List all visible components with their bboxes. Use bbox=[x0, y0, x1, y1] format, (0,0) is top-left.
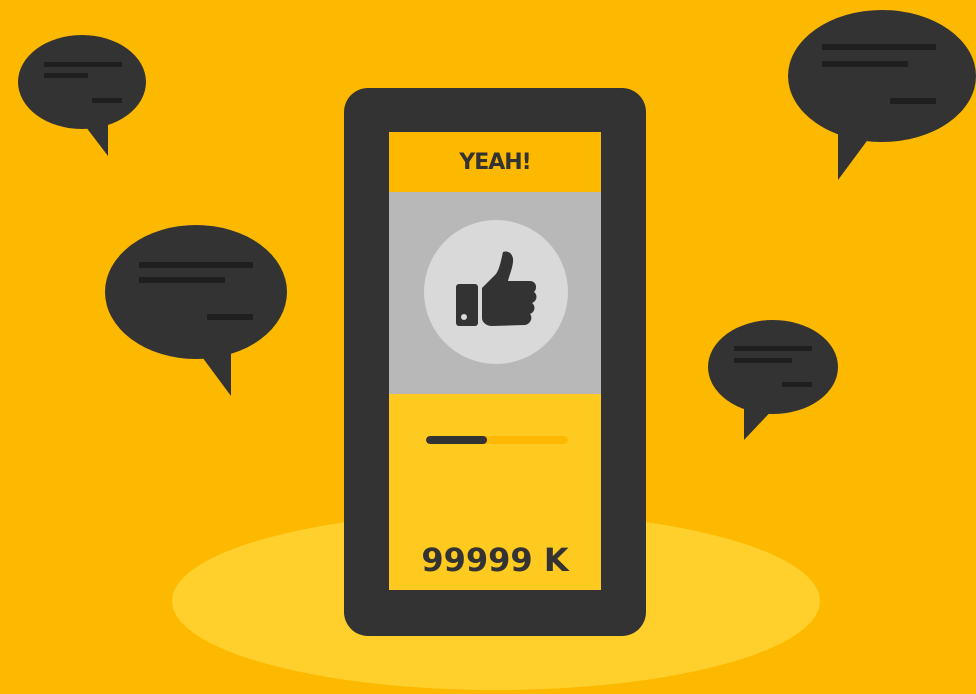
progress-bar-fill bbox=[426, 436, 488, 444]
speech-bubble-icon bbox=[105, 225, 287, 396]
screen-header: YEAH! bbox=[389, 132, 601, 192]
illustration-scene: YEAH! 99999 K bbox=[0, 0, 976, 694]
speech-bubble-icon bbox=[708, 320, 838, 440]
phone-screen: YEAH! 99999 K bbox=[389, 132, 601, 590]
smartphone: YEAH! 99999 K bbox=[344, 88, 646, 636]
progress-bar bbox=[426, 436, 568, 444]
photo-area bbox=[389, 192, 601, 394]
thumbs-up-icon bbox=[456, 251, 537, 326]
speech-bubble-icon bbox=[788, 10, 976, 180]
speech-bubble-icon bbox=[18, 35, 146, 156]
like-badge bbox=[424, 220, 568, 364]
like-count: 99999 K bbox=[421, 541, 569, 579]
header-text: YEAH! bbox=[459, 149, 531, 175]
